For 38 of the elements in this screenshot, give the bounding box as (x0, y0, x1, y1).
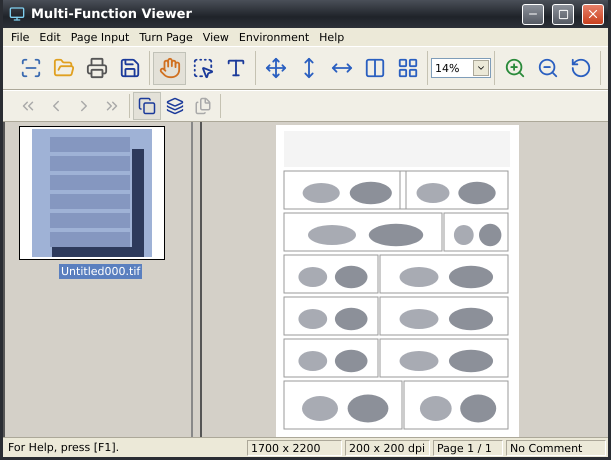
marquee-select-icon (192, 57, 214, 79)
close-button[interactable] (582, 4, 604, 24)
zoom-in-icon (504, 57, 526, 79)
page-number: Page 1 / 1 (433, 440, 503, 456)
menu-item[interactable]: File (7, 30, 34, 44)
minimize-button[interactable] (522, 4, 544, 24)
menu-item[interactable]: Help (315, 30, 348, 44)
menu-item[interactable]: Page Input (66, 30, 134, 44)
fit-page-icon (264, 57, 286, 79)
resolution: 200 x 200 dpi (345, 440, 430, 456)
pages-icon (138, 97, 156, 115)
scanner-icon (20, 57, 42, 79)
save-icon (118, 57, 140, 79)
maximize-icon (558, 8, 568, 20)
folder-icon (52, 57, 74, 79)
grid-icon (396, 57, 418, 79)
menu-item[interactable]: Turn Page (135, 30, 197, 44)
menu-item[interactable]: View (198, 30, 233, 44)
window-title: Multi-Function Viewer (31, 6, 193, 22)
thumbnail[interactable] (19, 126, 165, 260)
status-text: For Help, press [F1]. (7, 440, 120, 456)
files-icon (194, 97, 212, 115)
layers-icon (166, 97, 184, 115)
maximize-button[interactable] (552, 4, 574, 24)
columns-icon (364, 57, 386, 79)
menu-item[interactable]: Edit (35, 30, 65, 44)
hand-icon (158, 57, 180, 79)
zoom-select[interactable]: 14% (431, 58, 491, 78)
image-size: 1700 x 2200 (247, 440, 342, 456)
page-button[interactable] (133, 92, 161, 120)
thumbnail-label[interactable]: Untitled000.tif (59, 264, 142, 279)
close-icon (586, 7, 600, 21)
rotate-icon (570, 57, 592, 79)
zoom-out-icon (536, 57, 558, 79)
menu-item[interactable]: Environment (234, 30, 314, 44)
app-icon (9, 6, 25, 22)
comment: No Comment (506, 440, 606, 456)
printer-icon (86, 57, 108, 79)
